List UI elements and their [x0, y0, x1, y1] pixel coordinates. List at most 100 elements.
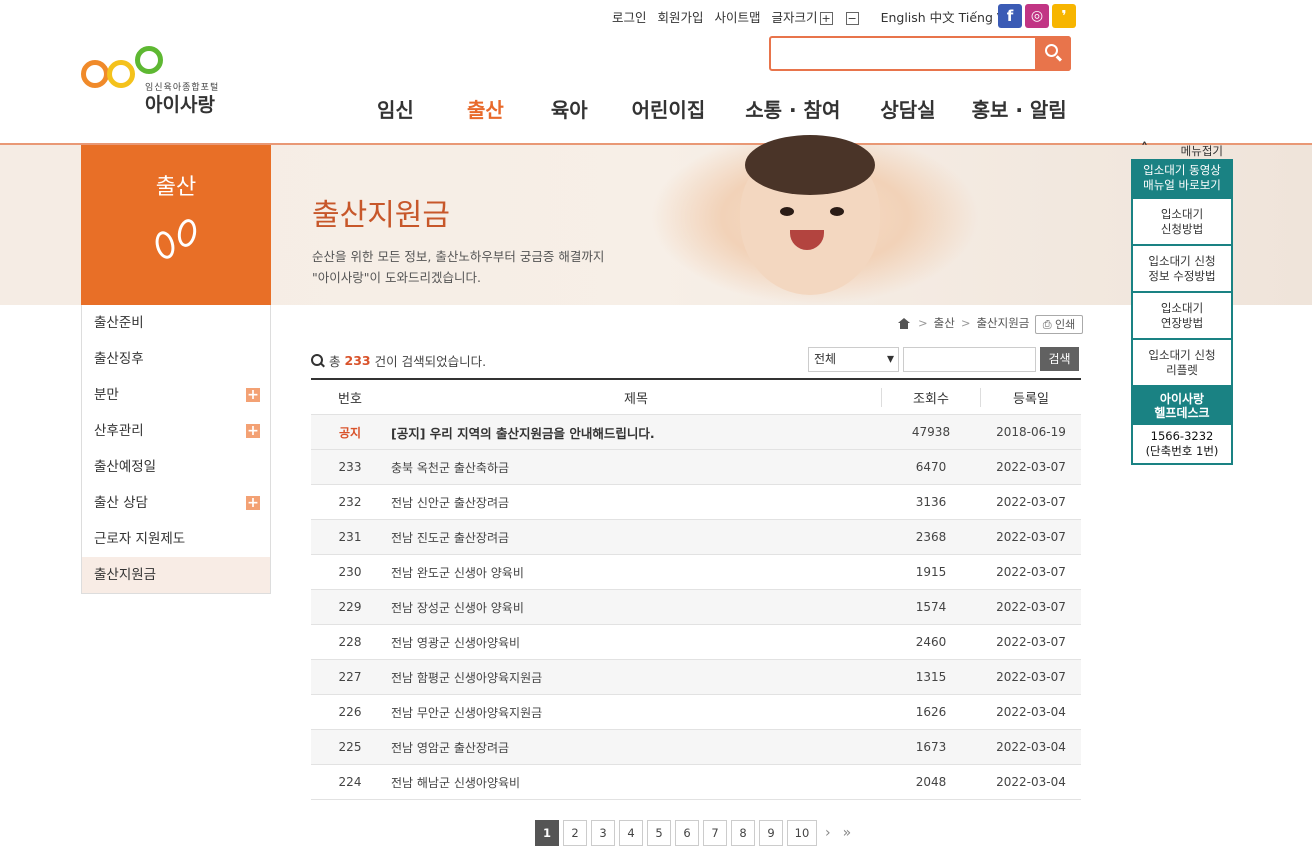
next-page-icon[interactable]: ›: [825, 825, 831, 841]
last-page-icon[interactable]: »: [843, 825, 852, 841]
kakao-story-icon[interactable]: ❜: [1052, 4, 1076, 28]
table-row[interactable]: 232 전남 신안군 출산장려금 3136 2022-03-07: [311, 485, 1081, 520]
row-title[interactable]: 전남 영광군 신생아양육비: [389, 634, 881, 651]
table-row[interactable]: 224 전남 해남군 신생아양육비 2048 2022-03-04: [311, 765, 1081, 800]
page-1[interactable]: 1: [535, 820, 559, 846]
menu-fold-button[interactable]: 메뉴접기: [1131, 141, 1233, 159]
side-item-consult[interactable]: 출산 상담 +: [82, 485, 270, 521]
quick-item-line2: 정보 수정방법: [1148, 268, 1216, 283]
page-5[interactable]: 5: [647, 820, 671, 846]
row-date: 2022-03-07: [996, 635, 1066, 649]
board-search-button[interactable]: 검색: [1040, 347, 1079, 371]
gnb-item-pregnancy[interactable]: 임신: [377, 94, 414, 123]
font-decrease-button[interactable]: −: [845, 11, 859, 25]
page-7[interactable]: 7: [703, 820, 727, 846]
breadcrumb-level2[interactable]: 출산지원금: [976, 315, 1029, 331]
page-6[interactable]: 6: [675, 820, 699, 846]
join-link[interactable]: 회원가입: [658, 7, 704, 26]
site-logo[interactable]: 임신육아종합포털 아이사랑: [81, 46, 231, 116]
gnb-item-birth[interactable]: 출산: [467, 94, 504, 123]
row-title-text: 전남 진도군 출산장려금: [391, 530, 510, 545]
board-table: 번호 제목 조회수 등록일 공지 [공지] 우리 지역의 출산지원금을 안내해드…: [311, 378, 1081, 800]
row-title[interactable]: [공지] 우리 지역의 출산지원금을 안내해드립니다.: [389, 423, 881, 442]
page-8[interactable]: 8: [731, 820, 755, 846]
facebook-icon[interactable]: f: [998, 4, 1022, 28]
page-3[interactable]: 3: [591, 820, 615, 846]
row-views: 1915: [915, 565, 947, 579]
sitemap-link[interactable]: 사이트맵: [715, 7, 761, 26]
instagram-icon[interactable]: ◎: [1025, 4, 1049, 28]
print-button[interactable]: ⎙ 인쇄: [1035, 315, 1083, 334]
board-search-input[interactable]: [903, 347, 1036, 372]
header-date: 등록일: [1013, 391, 1049, 407]
side-item-due-date[interactable]: 출산예정일: [82, 449, 270, 485]
expand-icon[interactable]: +: [246, 388, 260, 402]
table-row[interactable]: 227 전남 함평군 신생아양육지원금 1315 2022-03-07: [311, 660, 1081, 695]
row-title[interactable]: 전남 무안군 신생아양육지원금: [389, 704, 881, 721]
row-title[interactable]: 전남 장성군 신생아 양육비: [389, 599, 881, 616]
table-row[interactable]: 225 전남 영암군 출산장려금 1673 2022-03-04: [311, 730, 1081, 765]
row-title[interactable]: 전남 진도군 출산장려금: [389, 529, 881, 546]
table-header: 번호 제목 조회수 등록일: [311, 380, 1081, 415]
font-size-control: 글자크기 + −: [772, 7, 870, 26]
side-item-birth-subsidy[interactable]: 출산지원금: [82, 557, 270, 593]
quick-item-apply[interactable]: 입소대기 신청방법: [1131, 199, 1233, 246]
table-row[interactable]: 229 전남 장성군 신생아 양육비 1574 2022-03-07: [311, 590, 1081, 625]
home-icon[interactable]: [898, 317, 910, 329]
row-title[interactable]: 전남 함평군 신생아양육지원금: [389, 669, 881, 686]
side-item-worker-support[interactable]: 근로자 지원제도: [82, 521, 270, 557]
gnb-item-counsel[interactable]: 상담실: [880, 94, 935, 123]
page-2[interactable]: 2: [563, 820, 587, 846]
gnb-item-parenting[interactable]: 육아: [551, 94, 588, 123]
result-count: 총 233 건이 검색되었습니다.: [311, 351, 486, 370]
row-title-text: 전남 신안군 출산장려금: [391, 495, 510, 510]
table-row[interactable]: 230 전남 완도군 신생아 양육비 1915 2022-03-07: [311, 555, 1081, 590]
side-item-prep[interactable]: 출산준비: [82, 305, 270, 341]
search-field-select[interactable]: 전체: [808, 347, 899, 372]
row-title[interactable]: 충북 옥천군 출산축하금: [389, 459, 881, 476]
table-row[interactable]: 공지 [공지] 우리 지역의 출산지원금을 안내해드립니다. 47938 201…: [311, 415, 1081, 450]
login-link[interactable]: 로그인: [612, 7, 647, 26]
quick-item-leaflet[interactable]: 입소대기 신청 리플렛: [1131, 340, 1233, 387]
quick-item-extend[interactable]: 입소대기 연장방법: [1131, 293, 1233, 340]
row-title[interactable]: 전남 완도군 신생아 양육비: [389, 564, 881, 581]
table-row[interactable]: 233 충북 옥천군 출산축하금 6470 2022-03-07: [311, 450, 1081, 485]
row-no: 232: [338, 495, 362, 509]
side-item-signs[interactable]: 출산징후: [82, 341, 270, 377]
search-button[interactable]: [1035, 36, 1071, 71]
row-title-text: 충북 옥천군 출산축하금: [391, 460, 510, 475]
side-item-delivery[interactable]: 분만 +: [82, 377, 270, 413]
banner-desc-line1: 순산을 위한 모든 정보, 출산노하우부터 궁금증 해결까지: [312, 249, 605, 264]
breadcrumb-level1[interactable]: 출산: [934, 315, 955, 331]
table-row[interactable]: 226 전남 무안군 신생아양육지원금 1626 2022-03-04: [311, 695, 1081, 730]
logo-ring-yellow: [107, 60, 135, 88]
row-title[interactable]: 전남 신안군 출산장려금: [389, 494, 881, 511]
row-title[interactable]: 전남 영암군 출산장려금: [389, 739, 881, 756]
footprint-icon: [146, 213, 206, 273]
row-no: 230: [338, 565, 362, 579]
site-search-input[interactable]: [769, 36, 1071, 71]
table-row[interactable]: 231 전남 진도군 출산장려금 2368 2022-03-07: [311, 520, 1081, 555]
row-title-text: 전남 영암군 출산장려금: [391, 740, 510, 755]
page-10[interactable]: 10: [787, 820, 817, 846]
expand-icon[interactable]: +: [246, 496, 260, 510]
quick-top-line1: 입소대기 동영상: [1143, 163, 1221, 177]
baby-image: [650, 135, 980, 305]
page-4[interactable]: 4: [619, 820, 643, 846]
row-no: 227: [338, 670, 362, 684]
row-title[interactable]: 전남 해남군 신생아양육비: [389, 774, 881, 791]
font-increase-button[interactable]: +: [819, 11, 833, 25]
side-item-postnatal[interactable]: 산후관리 +: [82, 413, 270, 449]
page-9[interactable]: 9: [759, 820, 783, 846]
gnb-item-promo[interactable]: 홍보 · 알림: [972, 94, 1067, 123]
gnb-item-daycare[interactable]: 어린이집: [632, 94, 706, 123]
gnb-item-community[interactable]: 소통 · 참여: [745, 94, 840, 123]
quick-video-manual[interactable]: 입소대기 동영상 매뉴얼 바로보기: [1131, 159, 1233, 199]
quick-item-edit[interactable]: 입소대기 신청 정보 수정방법: [1131, 246, 1233, 293]
breadcrumb: > 출산 > 출산지원금: [898, 315, 1029, 331]
page-title: 출산지원금: [312, 198, 450, 233]
expand-icon[interactable]: +: [246, 424, 260, 438]
side-item-label: 출산징후: [94, 351, 144, 367]
table-row[interactable]: 228 전남 영광군 신생아양육비 2460 2022-03-07: [311, 625, 1081, 660]
row-title-text: 전남 해남군 신생아양육비: [391, 775, 521, 790]
